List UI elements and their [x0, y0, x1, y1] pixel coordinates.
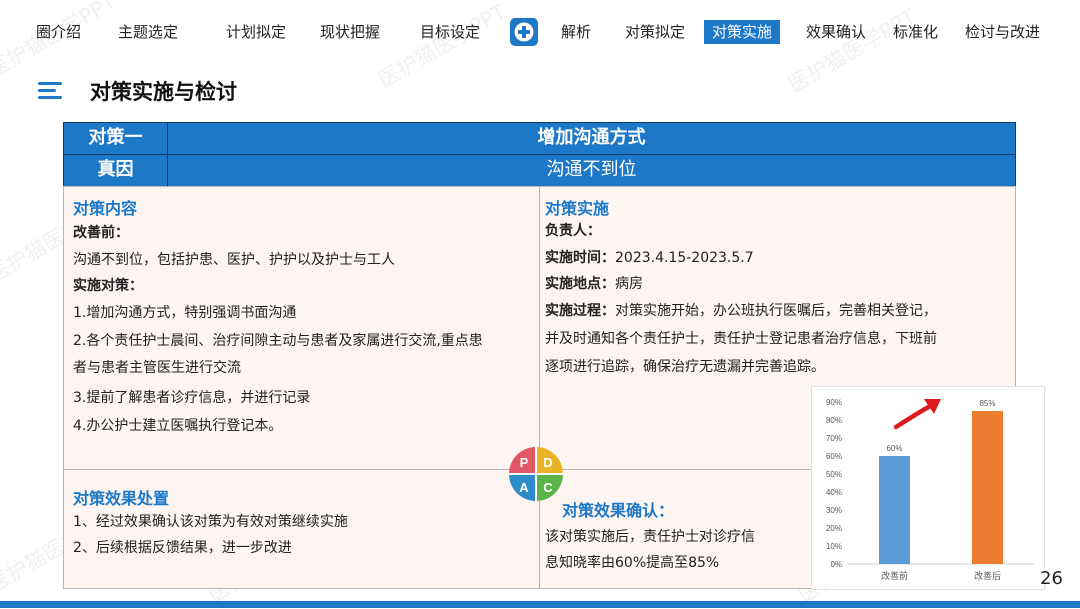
footer-bar [0, 601, 1080, 608]
owner-row: 负责人： [545, 218, 601, 244]
bar-value-label: 85% [979, 399, 995, 408]
trend-arrow-icon [893, 399, 941, 430]
process-line: 对策实施开始，办公班执行医嘱后，完善相关登记， [615, 303, 937, 319]
y-tick-label: 80% [826, 416, 842, 425]
bar [972, 411, 1003, 564]
time-label: 实施时间： [545, 250, 615, 266]
y-tick-label: 90% [826, 398, 842, 407]
root-cause-value-cell: 沟通不到位 [167, 154, 1016, 187]
y-tick-label: 10% [826, 542, 842, 551]
nav-item-plan[interactable]: 计划拟定 [226, 20, 286, 44]
bar [879, 456, 910, 564]
time-row: 实施时间：2023.4.15-2023.5.7 [545, 245, 754, 271]
top-navigation: 圈介绍 主题选定 计划拟定 现状把握 目标设定 解析 对策拟定 对策实施 效果确… [0, 0, 1080, 62]
pdca-letter: P [520, 455, 529, 470]
disposal-item: 1、经过效果确认该对策为有效对策继续实施 [73, 514, 348, 530]
awareness-rate-chart: 0% 10% 20% 30% 40% 50% 60% 70% 80% 90% 60% 85% 改善前… [811, 386, 1045, 590]
place-row: 实施地点：病房 [545, 271, 643, 297]
before-label: 改善前： [73, 225, 129, 241]
measure-item: 3.提前了解患者诊疗信息，并进行记录 [73, 390, 311, 406]
root-cause-label-cell: 真因 [63, 154, 168, 187]
nav-item-theme-selection[interactable]: 主题选定 [118, 20, 178, 44]
root-cause-label: 真因 [97, 159, 134, 180]
root-cause-value: 沟通不到位 [546, 159, 637, 180]
time-value: 2023.4.15-2023.5.7 [615, 250, 754, 266]
confirm-line: 息知晓率由60%提高至85% [545, 555, 720, 571]
y-tick-label: 60% [826, 452, 842, 461]
y-tick-label: 0% [830, 560, 842, 569]
measure-item: 者与患者主管医生进行交流 [73, 360, 241, 376]
x-category-label: 改善后 [974, 570, 1001, 582]
nav-item-status[interactable]: 现状把握 [320, 20, 380, 44]
nav-item-effect-confirm[interactable]: 效果确认 [806, 20, 866, 44]
nav-item-countermeasure-implement[interactable]: 对策实施 [704, 20, 781, 44]
plus-circle-icon[interactable] [510, 18, 538, 46]
before-text: 沟通不到位，包括护患、医护、护护以及护士与工人 [73, 252, 395, 268]
implementation-title: 对策实施 [545, 199, 610, 218]
pdca-letter: A [519, 480, 529, 495]
countermeasure-name-cell: 增加沟通方式 [167, 122, 1016, 155]
y-tick-label: 50% [826, 470, 842, 479]
confirm-line: 该对策实施后，责任护士对诊疗信 [545, 529, 755, 545]
pdca-letter: C [543, 480, 553, 495]
page-title: 对策实施与检讨 [90, 80, 237, 104]
nav-item-target[interactable]: 目标设定 [420, 20, 480, 44]
content-title: 对策内容 [73, 199, 138, 218]
countermeasure-label: 对策一 [88, 127, 143, 148]
y-tick-label: 30% [826, 506, 842, 515]
nav-item-countermeasure-draft[interactable]: 对策拟定 [625, 20, 685, 44]
y-tick-label: 70% [826, 434, 842, 443]
y-tick-label: 20% [826, 524, 842, 533]
measure-item: 2.各个责任护士晨间、治疗间隙主动与患者及家属进行交流,重点患 [73, 333, 483, 349]
nav-item-standardize[interactable]: 标准化 [893, 20, 938, 44]
place-value: 病房 [615, 276, 643, 292]
pdca-cycle-icon: P D A C [505, 446, 567, 502]
menu-lines-icon [38, 82, 64, 102]
chart-svg: 0% 10% 20% 30% 40% 50% 60% 70% 80% 90% 60% 85% 改善前… [826, 398, 1034, 582]
disposal-item: 2、后续根据反馈结果，进一步改进 [73, 540, 292, 556]
measure-item: 4.办公护士建立医嘱执行登记本。 [73, 418, 283, 434]
process-line: 并及时通知各个责任护士，责任护士登记患者治疗信息，下班前 [545, 331, 937, 347]
owner-label: 负责人： [545, 223, 601, 239]
bar-value-label: 60% [886, 444, 902, 453]
measures-label: 实施对策： [73, 278, 143, 294]
measure-item: 1.增加沟通方式，特别强调书面沟通 [73, 305, 297, 321]
process-label: 实施过程： [545, 303, 615, 319]
place-label: 实施地点： [545, 276, 615, 292]
countermeasure-label-cell: 对策一 [63, 122, 168, 155]
x-category-label: 改善前 [881, 570, 908, 582]
nav-item-circle-intro[interactable]: 圈介绍 [36, 20, 81, 44]
process-row: 实施过程：对策实施开始，办公班执行医嘱后，完善相关登记， [545, 298, 937, 324]
page-number: 26 [1040, 568, 1063, 589]
nav-item-analysis[interactable]: 解析 [561, 20, 591, 44]
countermeasure-name: 增加沟通方式 [537, 127, 646, 148]
disposal-title: 对策效果处置 [73, 489, 170, 508]
process-line: 逐项进行追踪，确保治疗无遗漏并完善追踪。 [545, 359, 825, 375]
confirm-title: 对策效果确认： [562, 501, 675, 520]
y-tick-label: 40% [826, 488, 842, 497]
nav-item-review[interactable]: 检讨与改进 [965, 20, 1040, 44]
pdca-letter: D [543, 455, 552, 470]
